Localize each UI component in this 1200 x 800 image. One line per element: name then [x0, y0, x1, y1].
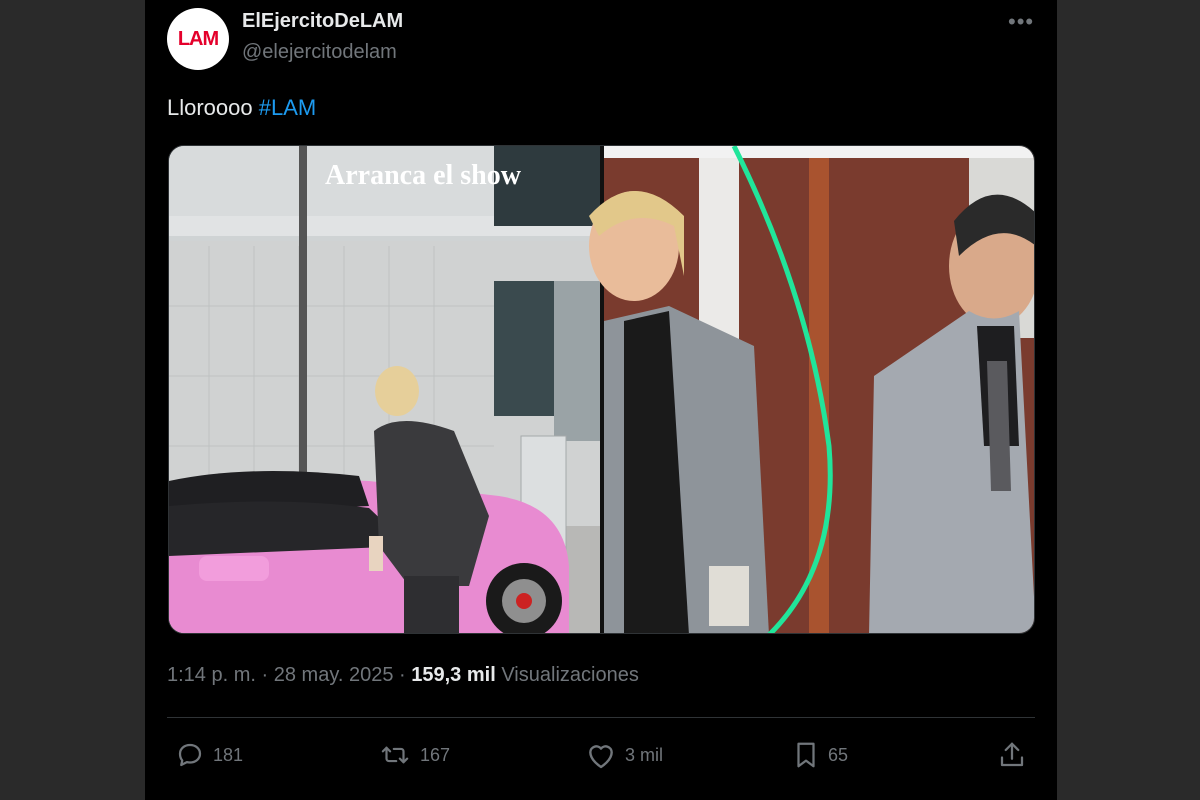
views-label: Visualizaciones — [501, 664, 639, 686]
meta-separator-2: · — [399, 664, 406, 686]
repost-count: 167 — [420, 744, 451, 765]
like-button[interactable]: 3 mil — [585, 735, 663, 775]
reply-count: 181 — [213, 744, 244, 765]
avatar-logo: LAM — [177, 27, 219, 50]
avatar[interactable]: LAM — [167, 8, 229, 70]
tweet-text: Lloroooo #LAM — [167, 95, 316, 121]
display-name[interactable]: ElEjercitoDeLAM — [242, 10, 403, 33]
bookmark-button[interactable]: 65 — [792, 735, 848, 775]
tweet-card: LAM ElEjercitoDeLAM @elejercitodelam •••… — [145, 0, 1057, 800]
bookmark-count: 65 — [828, 744, 849, 765]
repost-icon — [381, 746, 409, 764]
divider — [167, 717, 1035, 718]
repost-button[interactable]: 167 — [378, 735, 450, 775]
reply-icon — [178, 743, 202, 767]
more-options-icon[interactable]: ••• — [1008, 9, 1034, 35]
meta-separator: · — [261, 664, 269, 686]
tweet-date[interactable]: 28 may. 2025 — [274, 664, 394, 686]
media-overlay-text: Arranca el show — [325, 160, 522, 191]
media-image: Arranca el show — [169, 146, 1034, 633]
hashtag-link[interactable]: #LAM — [259, 95, 316, 120]
share-button[interactable] — [997, 735, 1027, 775]
like-count: 3 mil — [625, 744, 664, 765]
tweet-media[interactable]: Arranca el show — [168, 145, 1035, 634]
right-margin — [1057, 0, 1200, 800]
action-bar: 181 167 3 mil 65 — [145, 735, 1057, 775]
tweet-meta: 1:14 p. m. · 28 may. 2025 · 159,3 mil Vi… — [167, 664, 639, 687]
share-icon — [1000, 742, 1024, 767]
bookmark-icon — [797, 742, 815, 768]
heart-icon — [589, 745, 613, 769]
tweet-body: Lloroooo — [167, 95, 253, 120]
left-margin — [0, 0, 145, 800]
reply-button[interactable]: 181 — [175, 735, 243, 775]
user-handle[interactable]: @elejercitodelam — [242, 41, 397, 64]
tweet-time[interactable]: 1:14 p. m. — [167, 664, 256, 686]
views-count: 159,3 mil — [411, 664, 496, 686]
